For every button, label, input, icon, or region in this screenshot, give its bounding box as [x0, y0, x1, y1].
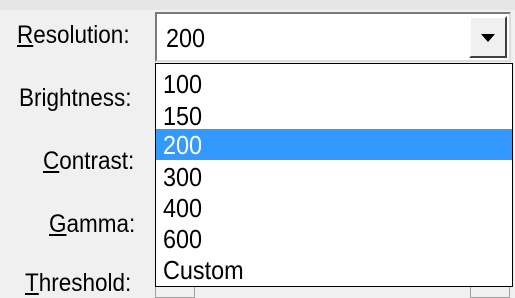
option-label: 200 [163, 130, 203, 160]
contrast-label-accelerator: C [43, 147, 60, 175]
resolution-label: Resolution: [17, 20, 130, 50]
resolution-option-600[interactable]: 600 [156, 223, 512, 255]
resolution-option-150[interactable]: 150 [156, 100, 512, 132]
threshold-label-text: hreshold: [38, 269, 132, 297]
option-label: 400 [163, 193, 203, 223]
gamma-label: Gamma: [49, 209, 135, 239]
resolution-option-custom[interactable]: Custom [156, 254, 512, 286]
resolution-label-text: esolution: [33, 21, 130, 49]
resolution-combobox-value: 200 [166, 23, 206, 53]
threshold-label: Threshold: [25, 268, 131, 298]
option-label: 600 [163, 224, 203, 254]
chevron-down-icon [481, 34, 495, 42]
option-label: Custom [163, 255, 244, 285]
gamma-label-text: amma: [66, 210, 136, 238]
resolution-option-100[interactable]: 100 [156, 68, 512, 100]
resolution-dropdown-button[interactable] [469, 16, 507, 58]
option-label: 100 [163, 69, 203, 99]
resolution-option-300[interactable]: 300 [156, 161, 512, 193]
contrast-label-text: ontrast: [59, 147, 135, 175]
brightness-label: Brightness: [19, 84, 132, 112]
dialog-top-edge [0, 0, 515, 10]
gamma-label-accelerator: G [49, 210, 67, 238]
option-label: 150 [163, 101, 203, 131]
resolution-combobox[interactable]: 200 [155, 12, 511, 62]
resolution-option-400[interactable]: 400 [156, 192, 512, 224]
threshold-label-accelerator: T [25, 269, 39, 297]
resolution-dropdown-list[interactable]: 100 150 200 300 400 600 Custom [155, 63, 513, 287]
contrast-label: Contrast: [43, 146, 134, 176]
resolution-label-accelerator: R [17, 21, 34, 49]
resolution-option-200[interactable]: 200 [156, 129, 512, 160]
option-label: 300 [163, 162, 203, 192]
